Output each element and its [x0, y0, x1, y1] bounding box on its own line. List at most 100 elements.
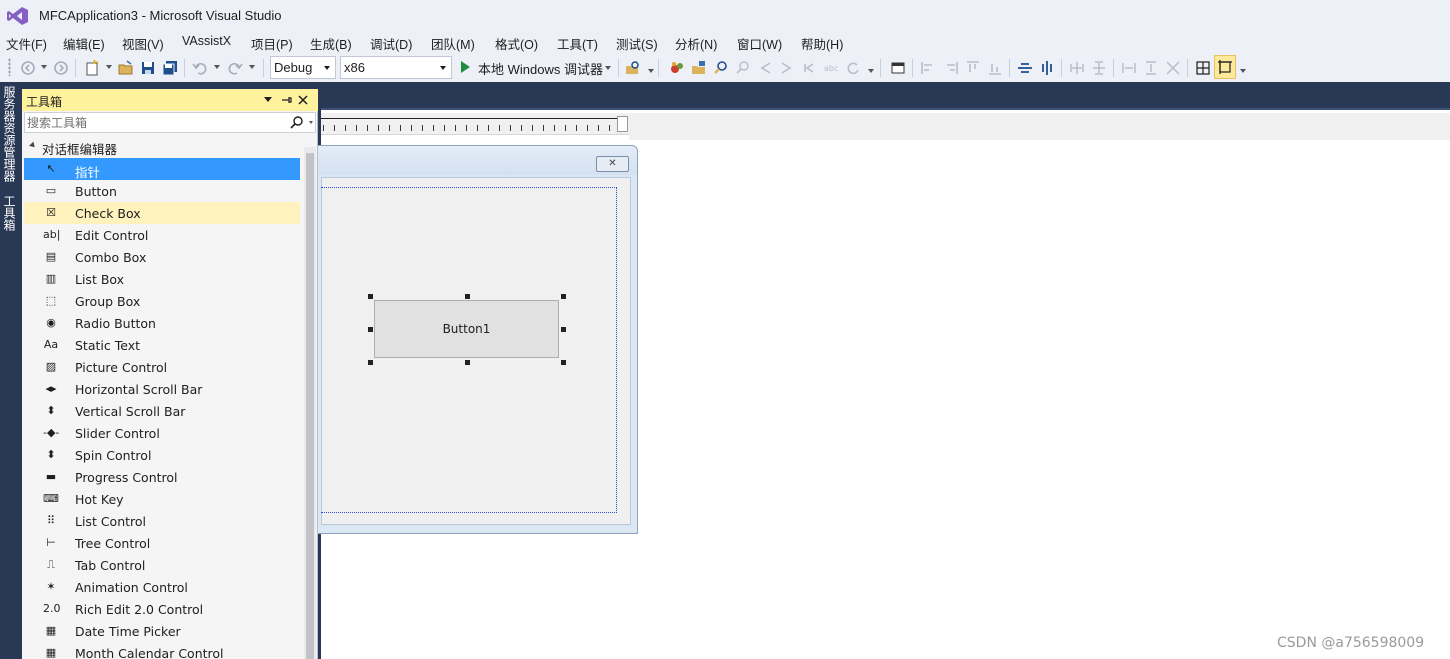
platform-select[interactable]: x86	[340, 56, 452, 79]
resize-handle[interactable]	[368, 294, 373, 299]
save-all-icon[interactable]	[162, 60, 178, 76]
menu-team[interactable]: 团队(M)	[431, 34, 475, 53]
menu-build[interactable]: 生成(B)	[310, 34, 352, 53]
space-across-icon[interactable]	[1069, 60, 1085, 76]
overflow-dropdown-icon[interactable]	[648, 69, 654, 73]
toolbox-group-dialog-editor[interactable]: 对话框编辑器	[22, 136, 302, 157]
toolbox-item[interactable]: ◉ Radio Button	[24, 312, 300, 334]
center-horizontal-icon[interactable]	[1039, 60, 1055, 76]
toolbox-item[interactable]: ⌨ Hot Key	[24, 488, 300, 510]
toggle-guides-button[interactable]	[1214, 55, 1236, 79]
toolbox-item[interactable]: ▦ Date Time Picker	[24, 620, 300, 642]
menu-view[interactable]: 视图(V)	[122, 34, 164, 53]
toolbox-item[interactable]: ab| Edit Control	[24, 224, 300, 246]
align-left-icon[interactable]	[920, 60, 936, 76]
toolbox-item[interactable]: ⠿ List Control	[24, 510, 300, 532]
redo-icon[interactable]	[227, 60, 243, 76]
menu-format[interactable]: 格式(O)	[495, 34, 538, 53]
menu-edit[interactable]: 编辑(E)	[63, 34, 105, 53]
new-project-icon[interactable]	[84, 60, 100, 76]
menu-file[interactable]: 文件(F)	[6, 34, 47, 53]
toolbox-item[interactable]: ⬚ Group Box	[24, 290, 300, 312]
forward-icon[interactable]	[53, 60, 69, 76]
toolbox-item[interactable]: ⎍ Tab Control	[24, 554, 300, 576]
side-tab-toolbox[interactable]: 工具箱	[2, 195, 18, 231]
back-dropdown-icon[interactable]	[41, 65, 47, 69]
toolbox-item[interactable]: 2.0 Rich Edit 2.0 Control	[24, 598, 300, 620]
find-in-files-icon[interactable]	[625, 60, 641, 76]
make-same-height-icon[interactable]	[1143, 60, 1159, 76]
toolbox-item[interactable]: ▭ Button	[24, 180, 300, 202]
quick-find-icon[interactable]	[735, 60, 751, 76]
search-icon[interactable]	[290, 115, 304, 129]
ruler-handle[interactable]	[617, 116, 628, 132]
go-forward-icon[interactable]	[779, 60, 795, 76]
new-project-dropdown-icon[interactable]	[106, 65, 112, 69]
toolbox-item[interactable]: ⬍ Vertical Scroll Bar	[24, 400, 300, 422]
panel-options-icon[interactable]	[264, 97, 272, 103]
toolbox-item[interactable]: -◆- Slider Control	[24, 422, 300, 444]
test-dialog-icon[interactable]	[890, 60, 906, 76]
overflow-dropdown-icon[interactable]	[868, 69, 874, 73]
resize-handle[interactable]	[368, 360, 373, 365]
side-tab-server-explorer[interactable]: 服务器资源管理器	[2, 86, 18, 182]
toolbox-item[interactable]: ◂▸ Horizontal Scroll Bar	[24, 378, 300, 400]
toolbox-item[interactable]: ⊢ Tree Control	[24, 532, 300, 554]
resize-handle[interactable]	[368, 327, 373, 332]
toolbox-item[interactable]: ▨ Picture Control	[24, 356, 300, 378]
menu-vassistx[interactable]: VAssistX	[182, 34, 231, 48]
browse-icon[interactable]	[713, 60, 729, 76]
menu-help[interactable]: 帮助(H)	[801, 34, 843, 53]
toolbox-item[interactable]: Aa Static Text	[24, 334, 300, 356]
undo-dropdown-icon[interactable]	[214, 65, 220, 69]
open-file-icon[interactable]	[118, 60, 134, 76]
resize-handle[interactable]	[561, 294, 566, 299]
pin-icon[interactable]	[280, 94, 292, 106]
close-icon[interactable]	[298, 95, 308, 105]
toolbox-item[interactable]: ▦ Month Calendar Control	[24, 642, 300, 659]
space-down-icon[interactable]	[1091, 60, 1107, 76]
class-wizard-icon[interactable]	[669, 60, 685, 76]
make-same-width-icon[interactable]	[1121, 60, 1137, 76]
back-icon[interactable]	[20, 60, 36, 76]
resource-view-icon[interactable]	[691, 60, 707, 76]
button1-control[interactable]: Button1	[374, 300, 559, 358]
menu-window[interactable]: 窗口(W)	[737, 34, 782, 53]
menu-tools[interactable]: 工具(T)	[557, 34, 598, 53]
redo-dropdown-icon[interactable]	[249, 65, 255, 69]
dialog-close-button[interactable]: ✕	[596, 156, 629, 172]
menu-project[interactable]: 项目(P)	[251, 34, 293, 53]
toolbox-item[interactable]: ▥ List Box	[24, 268, 300, 290]
spell-check-icon[interactable]: abc	[823, 60, 839, 76]
toolbox-item[interactable]: ⬍ Spin Control	[24, 444, 300, 466]
search-options-icon[interactable]	[309, 121, 313, 124]
toolbox-search-input[interactable]	[27, 114, 282, 131]
toolbar-grip[interactable]	[8, 58, 11, 76]
resize-handle[interactable]	[465, 360, 470, 365]
resize-handle[interactable]	[561, 327, 566, 332]
menu-analyze[interactable]: 分析(N)	[675, 34, 717, 53]
toggle-grid-icon[interactable]	[1195, 60, 1211, 76]
resize-handle[interactable]	[465, 294, 470, 299]
align-top-icon[interactable]	[965, 60, 981, 76]
toolbox-item[interactable]: ▤ Combo Box	[24, 246, 300, 268]
step-back-icon[interactable]	[801, 60, 817, 76]
save-icon[interactable]	[140, 60, 156, 76]
align-right-icon[interactable]	[943, 60, 959, 76]
menu-test[interactable]: 测试(S)	[616, 34, 658, 53]
align-bottom-icon[interactable]	[987, 60, 1003, 76]
configuration-select[interactable]: Debug	[270, 56, 336, 79]
toolbox-item[interactable]: ☒ Check Box	[24, 202, 300, 224]
resize-handle[interactable]	[561, 360, 566, 365]
overflow-dropdown-icon[interactable]	[1240, 69, 1246, 73]
toolbox-scrollbar[interactable]	[304, 147, 316, 659]
refresh-icon[interactable]	[845, 60, 861, 76]
toolbox-item[interactable]: ✶ Animation Control	[24, 576, 300, 598]
toolbox-item[interactable]: ↖ 指针	[24, 158, 300, 180]
scrollbar-thumb[interactable]	[306, 153, 314, 659]
undo-icon[interactable]	[192, 60, 208, 76]
toolbox-item[interactable]: ▬ Progress Control	[24, 466, 300, 488]
menu-debug[interactable]: 调试(D)	[370, 34, 412, 53]
center-vertical-icon[interactable]	[1017, 60, 1033, 76]
go-back-icon[interactable]	[757, 60, 773, 76]
